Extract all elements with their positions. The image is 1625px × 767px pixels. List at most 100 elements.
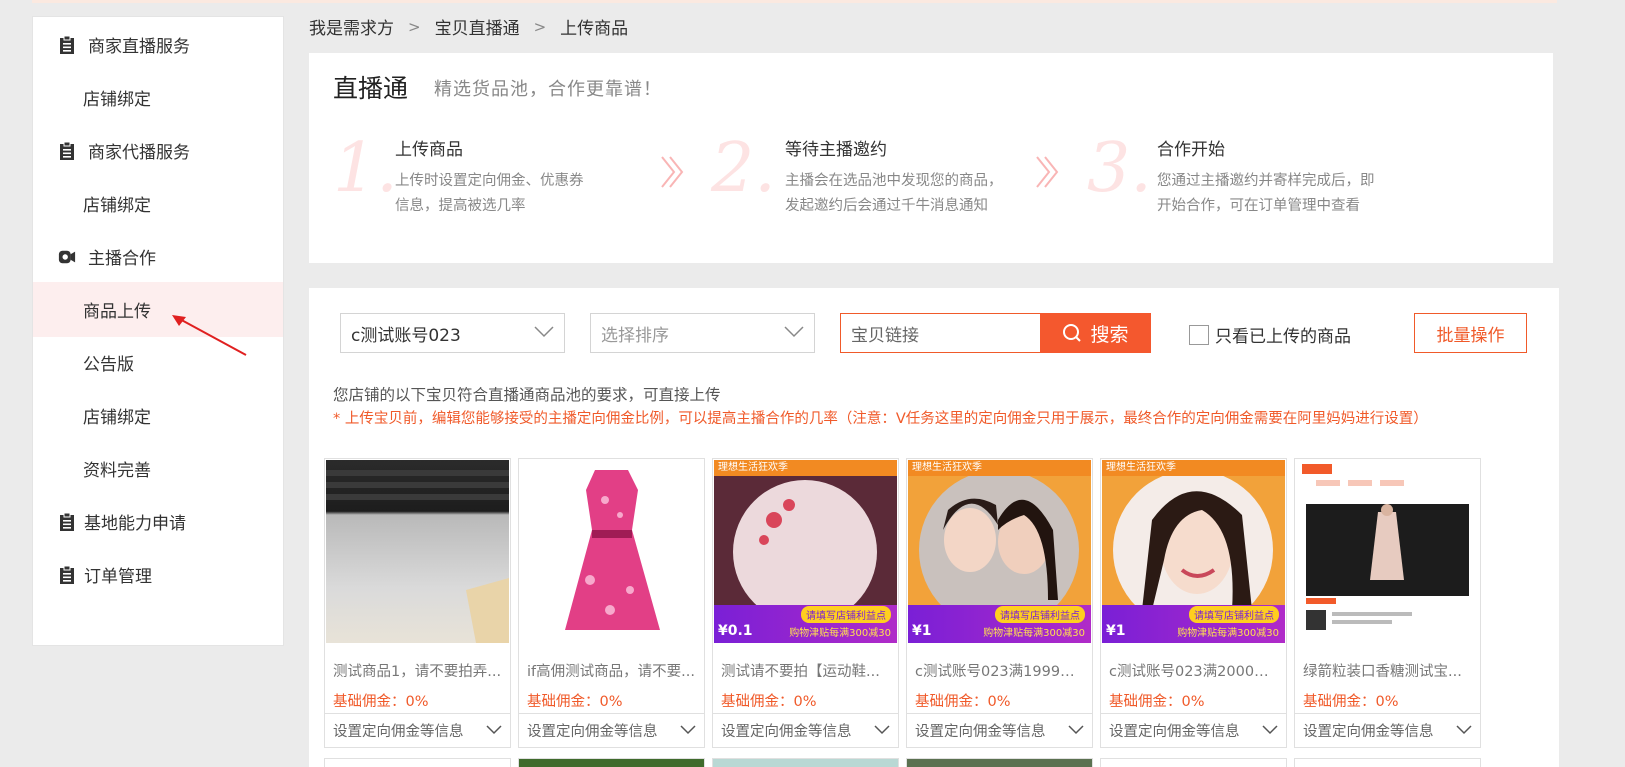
product-card-partial[interactable] [324,758,511,767]
product-image: 理想生活狂欢季 ¥1 请填写店铺利益点 购物津贴每满300减30 [1102,460,1285,643]
clipboard-icon [58,512,76,532]
product-card-partial[interactable] [906,758,1093,767]
product-commission: 基础佣金：0% [915,694,1011,710]
footer-label: 设置定向佣金等信息 [1303,724,1434,740]
chevron-right-icon: > [533,17,547,36]
step-desc: 主播会在选品池中发现您的商品，发起邀约后会通过千牛消息通知 [785,173,1003,214]
product-commission: 基础佣金：0% [721,694,817,710]
product-commission: 基础佣金：0% [333,694,429,710]
breadcrumb-item[interactable]: 宝贝直播通 [435,14,520,39]
batch-operation-button[interactable]: 批量操作 [1414,313,1527,353]
footer-label: 设置定向佣金等信息 [333,724,464,740]
product-card[interactable]: 理想生活狂欢季 ¥1 请填写店铺利益点 购物津贴每满300减30 c测试账号02… [1100,458,1287,748]
step-title: 合作开始 [1157,140,1225,160]
step-desc: 您通过主播邀约并寄样完成后，即开始合作，可在订单管理中查看 [1157,173,1375,214]
search-button[interactable]: 搜索 [1040,313,1151,353]
promo-footer: ¥0.1 请填写店铺利益点 购物津贴每满300减30 [714,605,897,643]
promo-tag: 请填写店铺利益点 [995,606,1085,623]
double-chevron-icon [1036,156,1059,188]
promo-tag: 购物津贴每满300减30 [789,628,891,639]
eligibility-note: 您店铺的以下宝贝符合直播通商品池的要求，可直接上传 [333,386,721,404]
chevron-down-icon [784,326,804,338]
checkbox-label: 只看已上传的商品 [1215,327,1351,347]
chevron-down-icon [1068,725,1084,735]
sidebar-item-store-binding-1[interactable]: 店铺绑定 [33,70,283,125]
commission-settings-toggle[interactable]: 设置定向佣金等信息 [713,713,898,747]
sidebar-item-store-binding-2[interactable]: 店铺绑定 [33,176,283,231]
commission-settings-toggle[interactable]: 设置定向佣金等信息 [1101,713,1286,747]
clipboard-icon [58,565,76,585]
product-card-partial[interactable] [712,758,899,767]
commission-settings-toggle[interactable]: 设置定向佣金等信息 [907,713,1092,747]
page-subtitle: 精选货品池，合作更靠谱！ [434,79,662,100]
sidebar-item-label: 资料完善 [83,461,151,481]
sidebar-item-label: 公告版 [83,355,134,375]
product-title[interactable]: 绿箭粒装口香糖测试宝... [1303,660,1475,681]
only-uploaded-toggle[interactable]: 只看已上传的商品 [1189,322,1351,347]
commission-settings-toggle[interactable]: 设置定向佣金等信息 [1295,713,1480,747]
promo-tag: 购物津贴每满300减30 [1177,628,1279,639]
account-select-value: c测试账号023 [351,325,461,346]
sidebar-item-profile[interactable]: 资料完善 [33,441,283,496]
checkbox[interactable] [1189,324,1209,345]
promo-banner: 理想生活狂欢季 [714,460,897,476]
product-card[interactable]: 绿箭粒装口香糖测试宝... 基础佣金：0% 设置定向佣金等信息 [1294,458,1481,748]
sidebar-group-merchant-live[interactable]: 商家直播服务 [33,17,283,72]
breadcrumb: 我是需求方 > 宝贝直播通 > 上传商品 [309,14,629,40]
promo-tag: 请填写店铺利益点 [1189,606,1279,623]
chevron-right-icon: > [408,17,421,36]
red-arrow-annotation [172,315,247,356]
product-card-partial[interactable] [518,758,705,767]
commission-settings-toggle[interactable]: 设置定向佣金等信息 [519,713,704,747]
search-input[interactable]: 宝贝链接 [840,313,1040,353]
product-title[interactable]: 测试请不要拍【运动鞋... [721,660,893,681]
promo-price: ¥0.1 [718,623,753,639]
sort-select[interactable]: 选择排序 [590,313,815,353]
promo-footer: ¥1 请填写店铺利益点 购物津贴每满300减30 [1102,605,1285,643]
sidebar-group-merchant-proxy[interactable]: 商家代播服务 [33,123,283,178]
step-number: 1. [333,129,398,208]
product-title[interactable]: 测试商品1，请不要拍弄... [333,660,505,681]
search-icon [1063,324,1082,342]
sidebar-group-label: 商家直播服务 [88,37,190,57]
sidebar-item-label: 店铺绑定 [83,196,151,216]
chevron-down-icon [1456,725,1472,735]
product-title[interactable]: c测试账号023满1999元-... [915,660,1087,681]
promo-tag: 购物津贴每满300减30 [983,628,1085,639]
sidebar-group-label: 订单管理 [84,567,152,587]
video-camera-icon [58,247,76,267]
product-card-partial[interactable] [1100,758,1287,767]
product-commission: 基础佣金：0% [527,694,623,710]
breadcrumb-item[interactable]: 我是需求方 [309,14,394,39]
product-commission: 基础佣金：0% [1303,694,1399,710]
sidebar-item-label: 店铺绑定 [83,90,151,110]
sidebar-group-base-apply[interactable]: 基地能力申请 [33,494,283,549]
product-card-partial[interactable] [1294,758,1481,767]
commission-settings-toggle[interactable]: 设置定向佣金等信息 [325,713,510,747]
promo-tag: 请填写店铺利益点 [801,606,891,623]
product-image: 理想生活狂欢季 ¥0.1 请填写店铺利益点 购物津贴每满300减30 [714,460,897,643]
product-title[interactable]: if高佣测试商品，请不要... [527,660,699,681]
clipboard-icon [58,141,76,161]
double-chevron-icon [661,156,684,188]
sidebar-group-label: 主播合作 [88,249,156,269]
breadcrumb-current: 上传商品 [560,19,629,39]
sidebar-group-anchor-coop[interactable]: 主播合作 [33,229,283,284]
product-image [1296,460,1479,643]
step-number: 2. [711,129,776,208]
product-title[interactable]: c测试账号023满2000元-... [1109,660,1281,681]
sidebar-group-orders[interactable]: 订单管理 [33,547,283,602]
product-card[interactable]: 理想生活狂欢季 ¥1 请填写店铺利益点 购物津贴每满300减30 c测试账号02… [906,458,1093,748]
promo-banner: 理想生活狂欢季 [1102,460,1285,476]
product-card[interactable]: 理想生活狂欢季 ¥0.1 请填写店铺利益点 购物津贴每满300减30 测试请不要… [712,458,899,748]
product-image: 理想生活狂欢季 ¥1 请填写店铺利益点 购物津贴每满300减30 [908,460,1091,643]
product-card[interactable]: 测试商品1，请不要拍弄... 基础佣金：0% 设置定向佣金等信息 [324,458,511,748]
sidebar-item-label: 商品上传 [83,302,151,322]
account-select[interactable]: c测试账号023 [340,313,565,353]
chevron-down-icon [486,725,502,735]
step-number: 3. [1087,129,1152,208]
sidebar-item-store-binding-3[interactable]: 店铺绑定 [33,388,283,443]
promo-price: ¥1 [912,623,932,639]
product-card[interactable]: if高佣测试商品，请不要... 基础佣金：0% 设置定向佣金等信息 [518,458,705,748]
sidebar-group-label: 商家代播服务 [88,143,190,163]
